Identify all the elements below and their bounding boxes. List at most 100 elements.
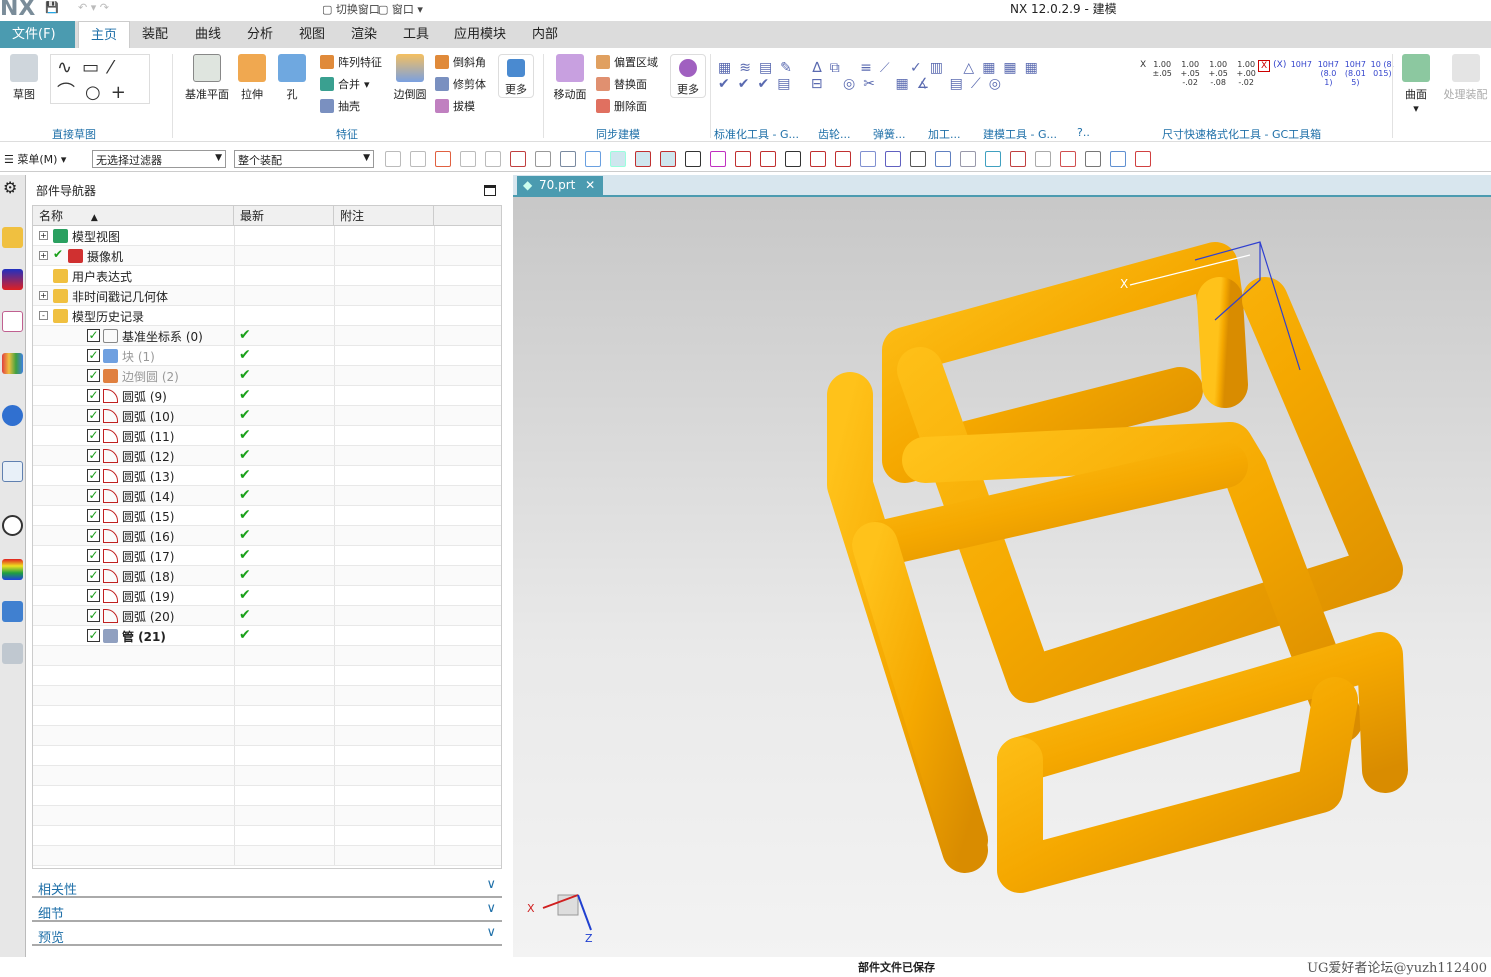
process-studio-icon[interactable] — [2, 601, 23, 622]
toolbar-tool-icon[interactable] — [885, 151, 901, 167]
toolbar-tool-icon[interactable] — [1035, 151, 1051, 167]
ribbon-group-label[interactable]: 特征 — [336, 126, 358, 142]
surface-button[interactable]: 曲面 ▾ — [1398, 54, 1434, 115]
system-materials-icon[interactable] — [2, 559, 23, 580]
ribbon-group-label[interactable]: 标准化工具 - G... — [714, 126, 799, 142]
toolbar-tool-icon[interactable] — [810, 151, 826, 167]
dim-format-0[interactable]: 1.00 ±.05 — [1150, 60, 1174, 78]
tree-row[interactable]: ✓ 基准坐标系 (0) ✔ — [33, 326, 501, 346]
delete-face-button[interactable]: 删除面 — [596, 98, 647, 114]
toolbar-tool-icon[interactable] — [985, 151, 1001, 167]
tab-8[interactable]: 应用模块 — [442, 21, 518, 48]
visibility-checkbox[interactable]: ✓ — [87, 549, 100, 562]
chevron-down-icon[interactable]: ∨ — [486, 877, 496, 892]
visibility-checkbox[interactable]: ✓ — [87, 409, 100, 422]
tree-row[interactable]: ✓ 圆弧 (20) ✔ — [33, 606, 501, 626]
selection-filter-dropdown[interactable]: 无选择过滤器 — [92, 150, 226, 168]
chevron-down-icon[interactable]: ∨ — [486, 925, 496, 940]
tree-row[interactable]: ✓ 圆弧 (11) ✔ — [33, 426, 501, 446]
web-browser-icon[interactable] — [2, 461, 23, 482]
part-navigator-icon[interactable] — [2, 311, 23, 332]
maximize-icon[interactable] — [484, 185, 496, 196]
dim-x-button[interactable]: X — [1140, 60, 1146, 70]
visibility-checkbox[interactable]: ✓ — [87, 589, 100, 602]
tree-row[interactable]: ✓ 圆弧 (16) ✔ — [33, 526, 501, 546]
tree-row[interactable]: ✓ 边倒圆 (2) ✔ — [33, 366, 501, 386]
tab-1[interactable]: 主页 — [78, 21, 131, 48]
toolbar-tool-icon[interactable] — [485, 151, 501, 167]
tree-row[interactable]: ✓ 块 (1) ✔ — [33, 346, 501, 366]
ribbon-group-label[interactable]: 加工... — [928, 126, 961, 142]
visibility-checkbox[interactable]: ✓ — [87, 609, 100, 622]
visibility-checkbox[interactable]: ✓ — [87, 529, 100, 542]
dim-format-3[interactable]: 1.00 +.00 -.02 — [1234, 60, 1258, 87]
tab-2[interactable]: 装配 — [130, 21, 180, 48]
paren-x-button[interactable]: (X) — [1273, 60, 1286, 70]
ribbon-group-label[interactable]: 弹簧... — [873, 126, 906, 142]
constraint-navigator-icon[interactable] — [2, 269, 23, 290]
tree-row[interactable]: + 模型视图 — [33, 226, 501, 246]
tree-row[interactable]: ✓ 圆弧 (15) ✔ — [33, 506, 501, 526]
tree-row[interactable]: 用户表达式 — [33, 266, 501, 286]
dim-format-1[interactable]: 1.00 +.05 -.02 — [1178, 60, 1202, 87]
toolbar-tool-icon[interactable] — [785, 151, 801, 167]
toolbar-tool-icon[interactable] — [735, 151, 751, 167]
toolbar-tool-icon[interactable] — [835, 151, 851, 167]
tab-4[interactable]: 分析 — [235, 21, 285, 48]
trim-body-button[interactable]: 修剪体 — [435, 76, 486, 92]
replace-face-button[interactable]: 替换面 — [596, 76, 647, 92]
visibility-checkbox[interactable]: ✓ — [87, 469, 100, 482]
tolerance-format-tools[interactable]: X (X) 10H7 10H7 (8.01) 10H7 (8.015) 10 (8… — [1258, 60, 1394, 87]
toolbar-tool-icon[interactable] — [510, 151, 526, 167]
toolbar-tool-icon[interactable] — [435, 151, 451, 167]
toolbar-tool-icon[interactable] — [935, 151, 951, 167]
edge-blend-button[interactable]: 边倒圆 — [390, 54, 430, 102]
visibility-checkbox[interactable]: ✓ — [87, 569, 100, 582]
toolbar-tool-icon[interactable] — [1010, 151, 1026, 167]
toolbar-tool-icon[interactable] — [635, 151, 651, 167]
toolbar-tool-icon[interactable] — [910, 151, 926, 167]
toolbar-tool-icon[interactable] — [660, 151, 676, 167]
assembly-navigator-icon[interactable] — [2, 227, 23, 248]
visibility-checkbox[interactable]: ✓ — [87, 429, 100, 442]
chamfer-button[interactable]: 倒斜角 — [435, 54, 486, 70]
dim-format-6[interactable]: 10H7 (8.015) — [1343, 60, 1367, 87]
selection-scope-dropdown[interactable]: 整个装配 — [234, 150, 374, 168]
graphics-viewport[interactable]: ◆ 70.prt ✕ X X Z — [513, 175, 1491, 957]
visibility-checkbox[interactable]: ✓ — [87, 449, 100, 462]
dim-format-2[interactable]: 1.00 +.05 -.08 — [1206, 60, 1230, 87]
tree-row[interactable]: ✓ 圆弧 (17) ✔ — [33, 546, 501, 566]
tree-row[interactable]: + ✔ 摄像机 — [33, 246, 501, 266]
sketch-button[interactable]: 草图 — [4, 54, 44, 102]
window-button[interactable]: ▢ 窗口 ▾ — [378, 1, 423, 17]
move-face-button[interactable]: 移动面 — [550, 54, 590, 102]
ribbon-group-label[interactable]: 建模工具 - G... — [983, 126, 1057, 142]
pipe-model[interactable]: X — [513, 175, 1491, 957]
visibility-checkbox[interactable]: ✓ — [87, 349, 100, 362]
ribbon-group-label[interactable]: 尺寸快速格式化工具 - GC工具箱 — [1162, 126, 1321, 142]
sketch-curve-gallery[interactable]: ∿▭⁄ ⌒○+ — [50, 54, 150, 104]
datum-plane-button[interactable]: 基准平面 — [182, 54, 232, 102]
undo-icon[interactable]: ↶ ▾ ↷ — [78, 1, 109, 17]
tree-row[interactable]: ✓ 圆弧 (14) ✔ — [33, 486, 501, 506]
box-x-button[interactable]: X — [1258, 60, 1271, 72]
collapse-icon[interactable]: - — [39, 311, 48, 320]
toolbar-tool-icon[interactable] — [385, 151, 401, 167]
toolbar-tool-icon[interactable] — [1110, 151, 1126, 167]
roles-icon[interactable] — [2, 643, 23, 664]
tab-5[interactable]: 视图 — [287, 21, 337, 48]
toolbar-tool-icon[interactable] — [1060, 151, 1076, 167]
tree-row[interactable]: + 非时间戳记几何体 — [33, 286, 501, 306]
tree-row[interactable]: ✓ 圆弧 (9) ✔ — [33, 386, 501, 406]
column-header-latest[interactable]: 最新 — [234, 206, 334, 226]
column-header-name[interactable]: 名称 ▲ — [33, 206, 234, 226]
tab-3[interactable]: 曲线 — [183, 21, 233, 48]
panel-1[interactable]: 细节 ∨ — [32, 900, 502, 922]
tree-row[interactable]: ✓ 圆弧 (12) ✔ — [33, 446, 501, 466]
switch-window-button[interactable]: ▢ 切换窗口 — [322, 1, 380, 17]
process-assembly-button[interactable]: 处理装配 — [1440, 54, 1491, 102]
more-features-button[interactable]: 更多 — [498, 54, 534, 98]
tree-row[interactable]: ✓ 圆弧 (13) ✔ — [33, 466, 501, 486]
toolbar-tool-icon[interactable] — [560, 151, 576, 167]
toolbar-tool-icon[interactable] — [710, 151, 726, 167]
